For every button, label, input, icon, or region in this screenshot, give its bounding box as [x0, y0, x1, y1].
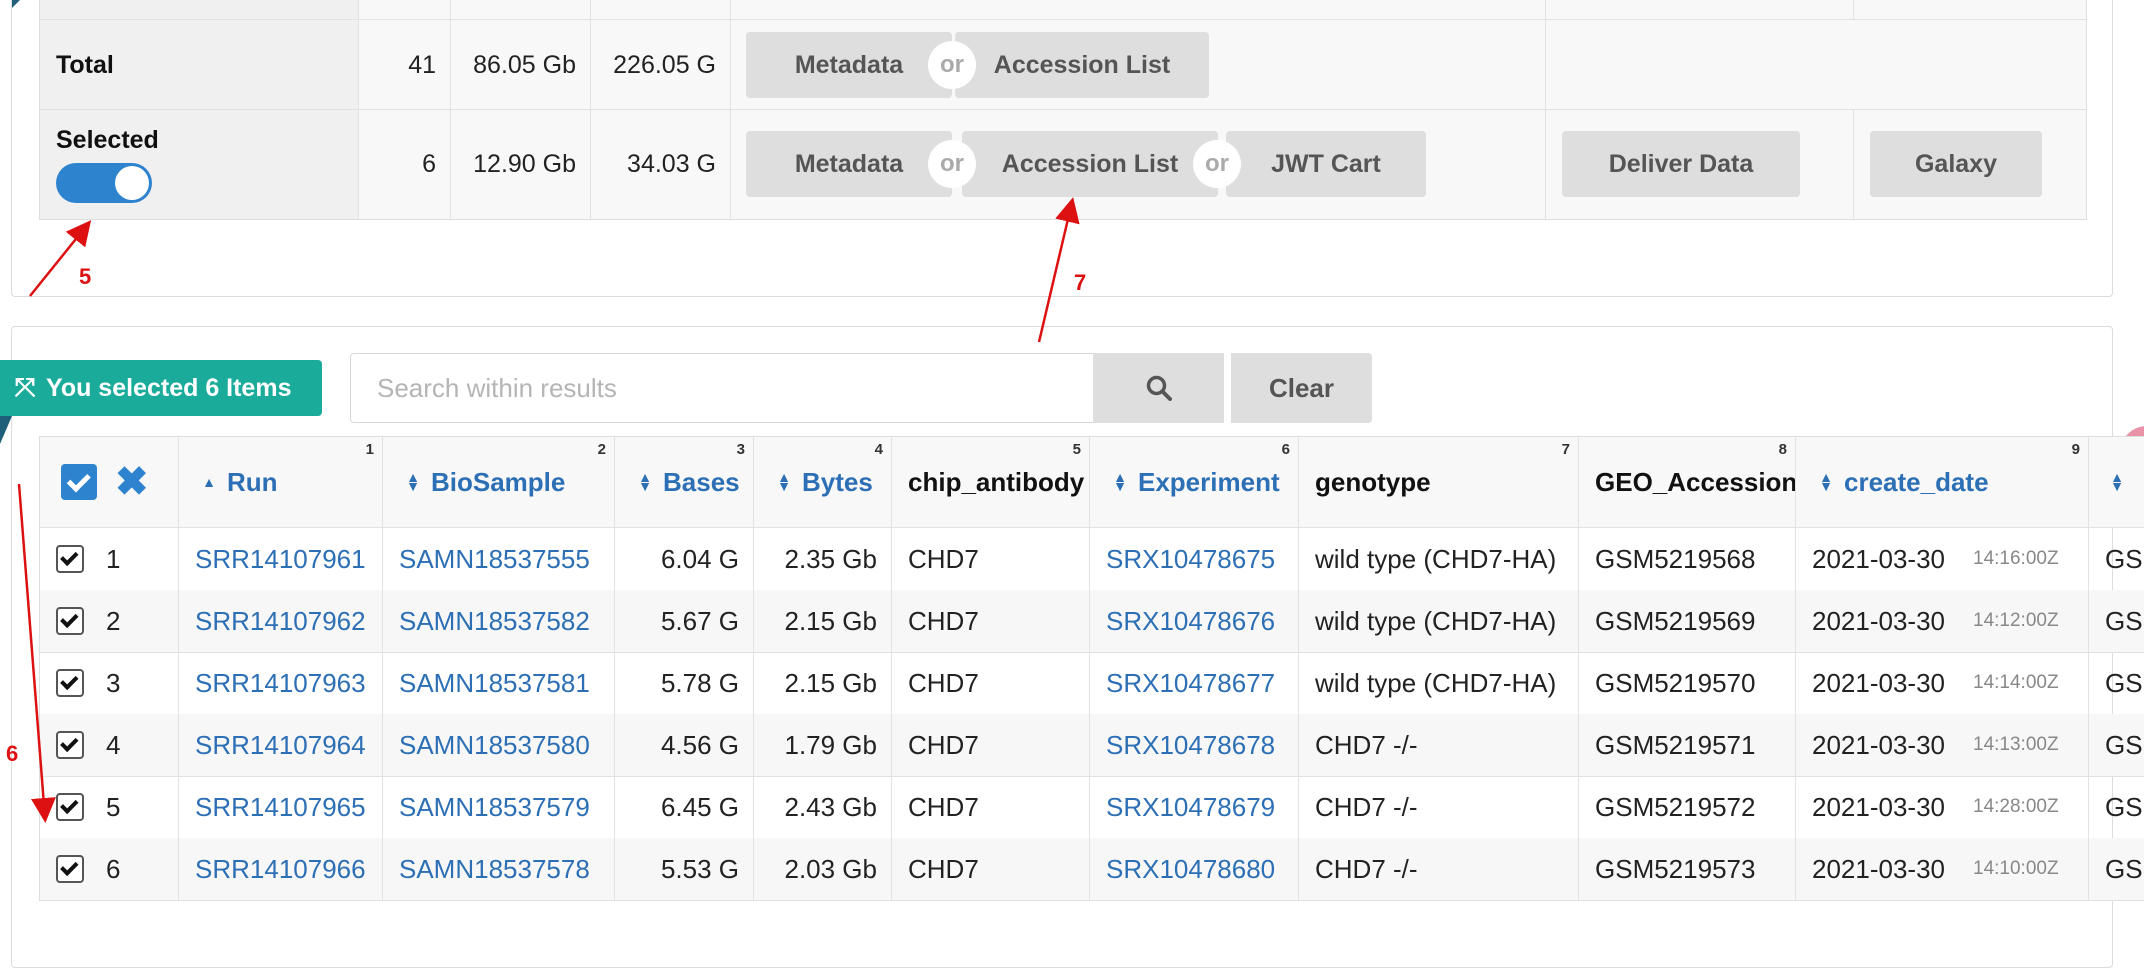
annotation-arrow-7 — [1037, 197, 1080, 343]
annotation-7: 7 — [1074, 270, 1087, 295]
annotation-5: 5 — [79, 264, 92, 289]
annotation-arrows — [17, 197, 1080, 823]
annotation-6: 6 — [6, 741, 19, 766]
annotation-arrow-6 — [17, 483, 56, 823]
